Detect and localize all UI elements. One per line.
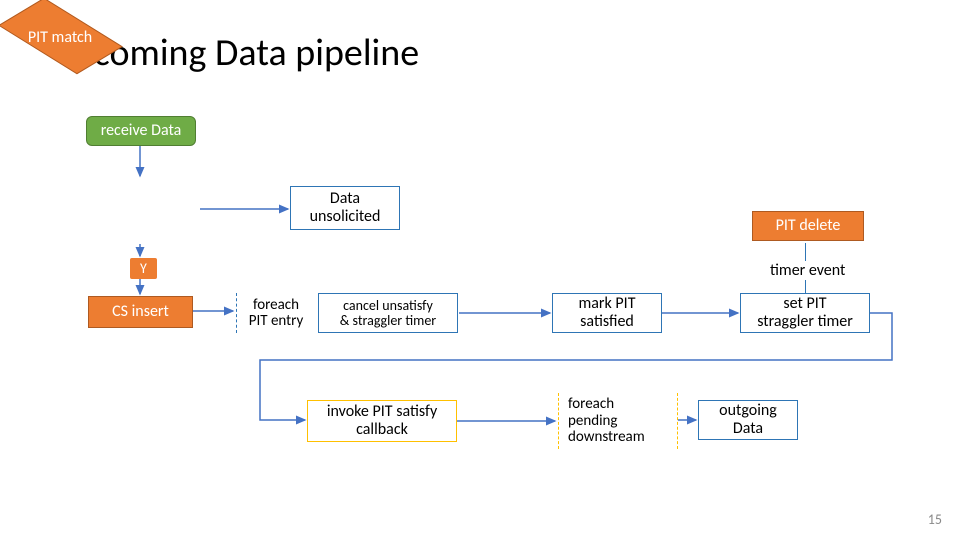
diamond-label: PIT match [0,28,120,47]
node-mark-pit-satisfied: mark PIT satisfied [552,293,662,333]
node-set-pit-straggler: set PIT straggler timer [740,293,870,333]
node-invoke-callback: invoke PIT satisfy callback [307,400,457,442]
node-outgoing-data: outgoing Data [698,400,798,440]
node-cs-insert: CS insert [88,296,193,328]
node-foreach-pit-entry: foreach PIT entry [236,293,316,333]
page-number: 15 [928,511,942,528]
node-cancel-unsatisfy: cancel unsatisfy & straggler timer [318,293,458,333]
node-foreach-pending-downstream: foreach pending downstream [558,393,678,449]
label-timer-event: timer event [770,261,845,280]
node-pit-delete: PIT delete [752,211,864,241]
node-receive-data: receive Data [86,116,196,146]
branch-label-y: Y [130,258,157,279]
node-data-unsolicited: Data unsolicited [290,186,400,230]
